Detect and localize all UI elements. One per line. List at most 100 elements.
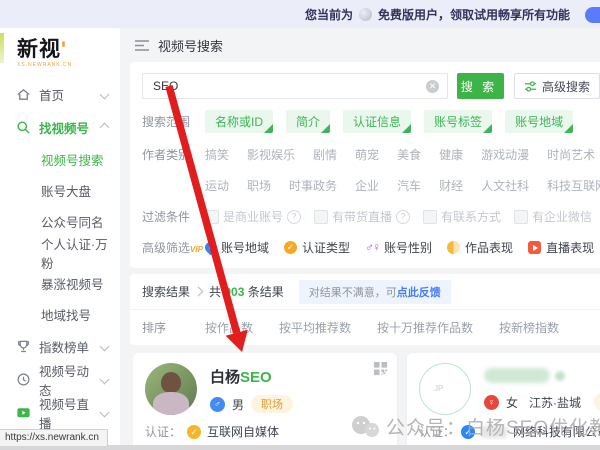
scope-tag-name-id[interactable]: 名称或ID [205,110,274,134]
adv-filter-label: 账号地域 [221,241,270,256]
scope-tag-intro[interactable]: 简介 [286,110,331,134]
filter-item-label: 是商业账号 [223,210,284,225]
gender-icon: ♂♀ [365,240,381,255]
category-item[interactable]: 运动 [205,177,229,194]
category-item[interactable]: 人文社科 [481,177,529,194]
cert-check-icon: ✓ [284,241,298,255]
category-item[interactable]: 剧情 [313,146,337,163]
avatar[interactable]: JP [419,363,471,416]
adv-filter-label: 直播表现 [546,241,595,256]
app-body: 新视' XS.NEWRANK.CN 首页 找视频号 视频号搜索 账号大盘 公众号… [0,28,600,450]
info-icon: ? [287,209,302,224]
account-name[interactable]: 白杨SEO [210,366,293,387]
results-count-number: 903 [224,285,245,300]
advanced-search-button[interactable]: 高级搜索 [513,73,600,100]
results-summary-row: 搜索结果 共 903 条结果 对结果不满意，可点此反馈 [130,274,600,311]
search-input-wrap: ✕ [142,73,448,100]
sidebar-subitem-surging-accounts[interactable]: 暴涨视频号 [0,268,120,299]
sidebar-item-video-moments[interactable]: 视频号动态 [0,363,120,398]
checkbox-icon[interactable] [423,209,438,224]
adv-filter-gender[interactable]: ♂♀ 账号性别 [365,239,432,256]
category-item[interactable]: 游戏动漫 [481,146,529,163]
category-item[interactable]: 企业 [355,177,379,194]
scope-tag-account-tag[interactable]: 账号标签 [424,110,493,134]
sidebar-subitem-personal-cert[interactable]: 个人认证·万粉 [0,237,120,271]
sidebar-subitem-account-market[interactable]: 账号大盘 [0,175,120,206]
category-item[interactable]: 财经 [439,177,463,194]
advanced-filter-label: 高级筛选VIP [142,241,203,256]
checkbox-icon[interactable] [314,209,329,224]
adv-filter-label: 作品表现 [465,241,514,256]
blurred-badge-dot [555,370,565,381]
category-item[interactable]: 时事政务 [289,177,337,194]
sidebar-subitem-region-find[interactable]: 地域找号 [0,299,120,330]
filter-conditions-row: 过滤条件 是商业账号 ? 有带货直播 ? 有联系方式 有企业微信 [142,208,600,225]
qr-code-icon[interactable] [373,361,388,376]
checkbox-icon[interactable] [514,209,529,224]
sort-by-avg-recommend[interactable]: 按平均推荐数 [279,319,351,336]
avatar-photo-shape [161,372,181,394]
collapse-menu-icon[interactable] [135,39,149,51]
filter-commercial-account[interactable]: 是商业账号 ? [205,208,302,225]
clock-icon [16,372,31,387]
category-item[interactable]: 汽车 [397,177,421,194]
chevron-down-icon [99,407,110,418]
filter-live-commerce[interactable]: 有带货直播 ? [314,208,411,225]
adv-filter-label: 账号性别 [384,241,433,256]
logo-accent: ' [61,38,67,61]
search-button[interactable]: 搜 索 [456,73,504,100]
adv-filter-work-performance[interactable]: 作品表现 [447,239,513,256]
sidebar-item-rank-list[interactable]: 指数榜单 [0,330,120,363]
live-video-icon [16,405,31,420]
adv-filter-region[interactable]: 账号地域 [202,239,270,256]
sort-label: 排序 [142,321,167,336]
cert-row: 认证： ✓ 互联网自媒体 [145,423,385,440]
clear-input-icon[interactable]: ✕ [425,79,439,93]
home-icon [16,87,31,102]
avatar[interactable] [145,363,197,416]
scope-tag-region[interactable]: 账号地域 [505,110,574,134]
claim-trial-button[interactable] [585,7,600,23]
wechat-icon [350,415,380,439]
category-item[interactable]: 时尚艺术 [547,146,595,163]
banner-text-prefix: 您当前为 [304,7,353,22]
category-item[interactable]: 美食 [397,146,421,163]
sidebar-item-label: 指数榜单 [39,341,90,355]
sort-by-newrank-index[interactable]: 按新榜指数 [499,319,559,336]
search-input[interactable] [151,78,426,95]
sort-by-works[interactable]: 按作品数 [205,319,253,336]
filter-item-label: 有带货直播 [332,210,393,225]
sidebar-item-home[interactable]: 首页 [0,78,120,111]
sidebar-subitem-video-search[interactable]: 视频号搜索 [0,144,120,175]
trophy-icon [16,339,31,354]
category-item[interactable]: 职场 [247,177,271,194]
category-item[interactable]: 影视娱乐 [247,146,295,163]
sidebar-item-video-live[interactable]: 视频号直播 [0,396,120,431]
sidebar-item-find-accounts[interactable]: 找视频号 [0,111,120,144]
badge-row: ♂ 男 职场 [210,395,294,414]
verified-badge-icon: ✓ [187,424,202,439]
region-text: 江苏·盐城 [529,395,582,410]
sidebar-subitem-same-name[interactable]: 公众号同名 [0,206,120,237]
category-item[interactable]: 搞笑 [205,146,229,163]
category-item[interactable]: 健康 [439,146,463,163]
filter-enterprise-wechat[interactable]: 有企业微信 [514,208,592,225]
blurred-name-block [484,368,550,384]
logo[interactable]: 新视' XS.NEWRANK.CN [0,38,120,68]
checkbox-icon[interactable] [205,209,219,224]
sort-by-100k-works[interactable]: 按十万推荐作品数 [377,319,473,336]
filter-contact-info[interactable]: 有联系方式 [423,208,501,225]
scope-tag-cert-info[interactable]: 认证信息 [343,110,412,134]
feedback-link[interactable]: 点此反馈 [397,287,441,299]
chevron-down-icon [99,89,110,100]
category-row-1: 作者类别 搞笑 影视娱乐 剧情 萌宠 美食 健康 游戏动漫 时尚艺术 民生 三农 [142,146,600,163]
adv-filter-cert-type[interactable]: ✓ 认证类型 [284,239,350,256]
adv-filter-live-performance[interactable]: 直播表现 [528,239,594,256]
advanced-filter-row: 高级筛选VIP 账号地域 ✓ 认证类型 ♂♀ 账号性别 作品表现 直播表现 [142,239,600,256]
card-info: 白杨SEO ♂ 男 职场 [210,363,294,415]
category-item[interactable]: 萌宠 [355,146,379,163]
left-edge-strip [0,33,4,63]
feedback-text: 对结果不满意，可 [308,286,397,299]
category-item[interactable]: 科技互联网 [547,177,600,194]
watermark-text: 公众号：白杨SEO优化教程 [386,418,600,439]
